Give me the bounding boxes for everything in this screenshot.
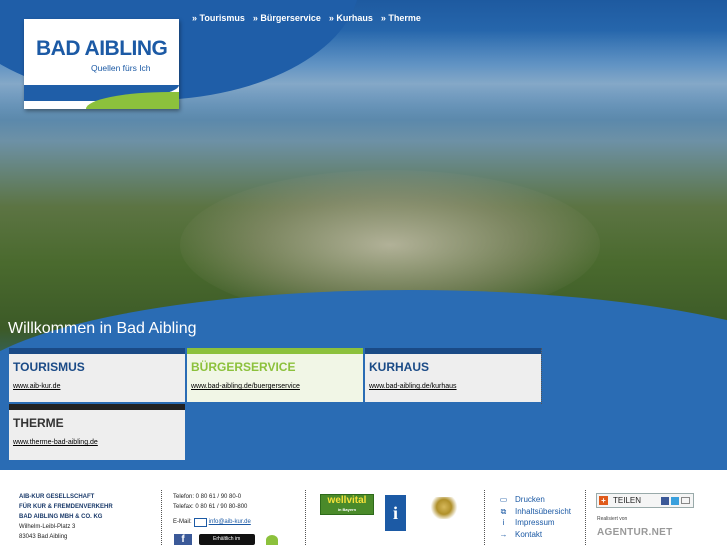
info-icon[interactable]: i [385,495,406,531]
box-link[interactable]: www.aib-kur.de [13,383,60,390]
box-link[interactable]: www.therme-bad-aibling.de [13,439,98,446]
box-title: THERME [13,416,64,430]
app-store-badge[interactable]: Erhältlich im [199,534,255,545]
nav-buergerservice[interactable]: » Bürgerservice [253,13,321,23]
box-divider [541,348,542,404]
box-kurhaus: KURHAUS www.bad-aibling.de/kurhaus [365,348,541,402]
print-link[interactable]: ▭ Drucken [498,494,571,506]
imprint-link[interactable]: i Impressum [498,517,571,529]
sitemap-icon: ⧉ [500,506,507,516]
email-mini-icon [681,497,690,504]
top-navigation: » Tourismus » Bürgerservice » Kurhaus » … [192,13,421,23]
realized-by-label: Realisiert von [597,516,628,522]
crest-icon [430,497,458,519]
small-logo-icon [266,535,278,545]
box-tourismus: TOURISMUS www.aib-kur.de [9,348,185,402]
footer-divider [305,490,306,545]
share-plus-icon: + [599,496,608,505]
footer-links: ▭ Drucken ⧉ Inhaltsübersicht i Impressum → K… [498,494,572,541]
footer-divider [585,490,586,545]
contact-link[interactable]: → Kontakt [498,529,571,541]
box-link[interactable]: www.bad-aibling.de/kurhaus [369,383,457,390]
info-small-icon: i [502,518,505,527]
nav-tourismus[interactable]: » Tourismus [192,13,245,23]
logo-title: BAD AIBLING [36,37,168,60]
email-link[interactable]: info@aib-kur.de [209,517,251,527]
arrow-icon: → [499,529,508,539]
share-button[interactable]: + TEILEN [596,493,694,508]
email-label: E-Mail: [173,519,192,525]
footer-contact: Telefon: 0 80 61 / 90 80-0 Telefax: 0 80… [173,492,251,527]
printer-icon: ▭ [499,495,508,504]
facebook-icon[interactable]: f [174,534,192,545]
nav-therme[interactable]: » Therme [381,13,421,23]
mail-icon [193,517,207,527]
box-therme: THERME www.therme-bad-aibling.de [9,404,185,460]
footer-divider [484,490,485,545]
box-link[interactable]: www.bad-aibling.de/buergerservice [191,383,300,390]
bad-aibling-logo[interactable]: BAD AIBLING Quellen fürs Ich [24,19,179,109]
footer-divider [161,490,162,545]
footer-company: AIB-KUR GESELLSCHAFT FÜR KUR & FREMDENVE… [19,494,113,520]
box-title: TOURISMUS [13,360,85,374]
footer-fax: Telefax: 0 80 61 / 90 80-800 [173,504,248,510]
wellvital-logo[interactable]: wellvital in Bayern [320,494,374,515]
facebook-mini-icon [661,496,669,505]
box-buergerservice: BÜRGERSERVICE www.bad-aibling.de/buerger… [187,348,363,402]
footer-phone: Telefon: 0 80 61 / 90 80-0 [173,494,242,500]
box-title: BÜRGERSERVICE [191,360,296,374]
logo-slogan: Quellen fürs Ich [91,63,151,73]
footer-address: Wilhelm-Leibl-Platz 3 83043 Bad Aibling [19,524,76,540]
box-title: KURHAUS [369,360,429,374]
agency-logo[interactable]: AGENTUR.NET [597,527,673,538]
twitter-mini-icon [671,496,679,505]
welcome-heading: Willkommen in Bad Aibling [8,320,197,337]
sitemap-link[interactable]: ⧉ Inhaltsübersicht [498,506,571,518]
nav-kurhaus[interactable]: » Kurhaus [329,13,373,23]
